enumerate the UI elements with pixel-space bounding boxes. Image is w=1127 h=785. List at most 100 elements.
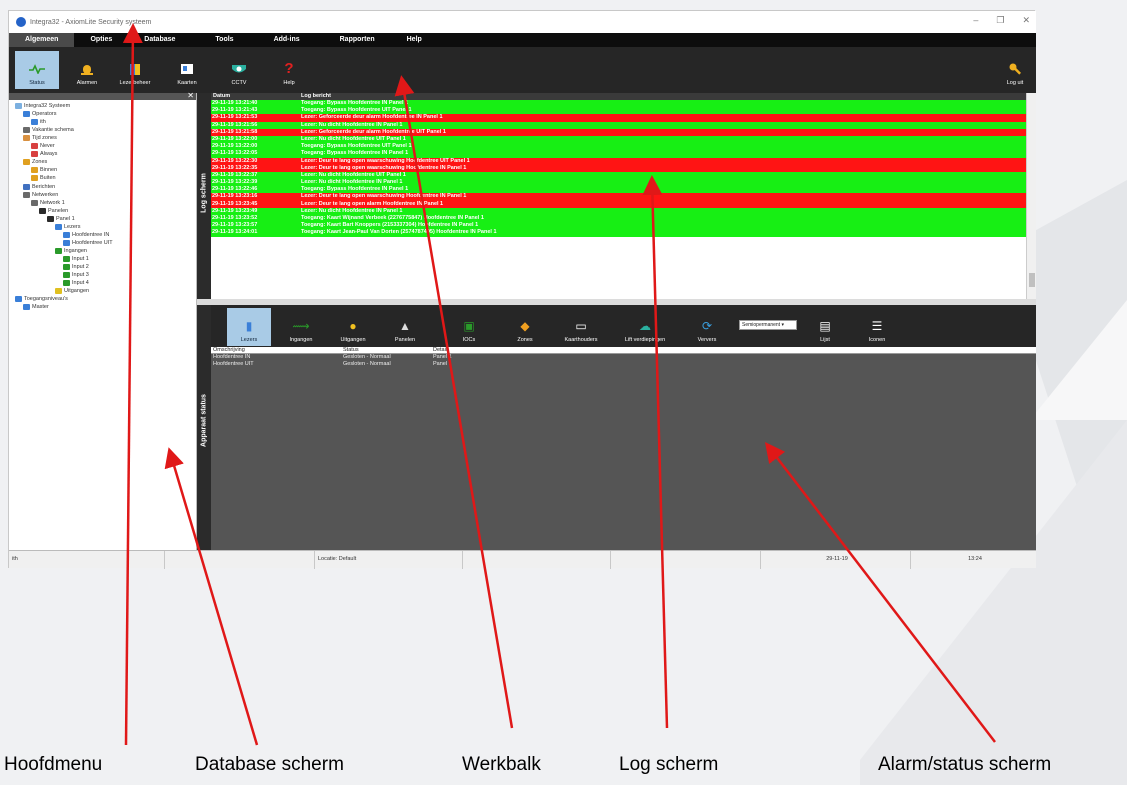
menu-opties[interactable]: Opties — [74, 33, 128, 47]
tree-node[interactable]: Input 3 — [63, 271, 89, 279]
log-row[interactable]: 29-11-19 13:21:56 Lezer: Nu dicht Hoofden… — [211, 121, 1026, 129]
help-icon: ? — [284, 60, 294, 77]
log-row[interactable]: 29-11-19 13:21:53 Lezer: Geforceerde deur… — [211, 114, 1026, 122]
toolbar-cctv-button[interactable]: CCTV — [217, 51, 261, 89]
device-tool-iocs[interactable]: ▣ IOCs — [447, 308, 491, 346]
tree-node[interactable]: Vakantie schema — [23, 126, 74, 134]
tree-node-label: Toegangsniveau's — [24, 296, 68, 303]
tree-node[interactable]: Network 1 — [31, 199, 65, 207]
tree-node[interactable]: Tijd zones — [23, 134, 57, 142]
log-row[interactable]: 29-11-19 13:21:58 Lezer: Geforceerde deur… — [211, 128, 1026, 136]
log-row[interactable]: 29-11-19 13:23:49 Lezer: Nu dicht Hoofden… — [211, 207, 1026, 215]
device-tool-kaarthouders[interactable]: ▭ Kaarthouders — [559, 308, 603, 346]
toolbar-status-button[interactable]: Status — [15, 51, 59, 89]
log-row[interactable]: 29-11-19 13:22:37 Lezer: Nu dicht Hoofden… — [211, 171, 1026, 180]
tree-node-icon — [31, 151, 38, 158]
device-tool-iconen[interactable]: ☰ Iconen — [855, 308, 899, 346]
log-row[interactable]: 29-11-19 13:23:57 Toegang: Kaart Bart Kno… — [211, 222, 1026, 230]
tree-node[interactable]: Buiten — [31, 174, 56, 182]
tree-node[interactable]: Lezers — [55, 223, 81, 231]
log-row[interactable]: 29-11-19 13:23:52 Toegang: Kaart Wijnand … — [211, 215, 1026, 223]
tree-node-icon — [31, 199, 38, 206]
tree-node[interactable]: Never — [31, 142, 55, 150]
refresh-mode-dropdown[interactable]: Semiopermanent ▾ — [739, 320, 797, 330]
log-row[interactable]: 29-11-19 13:21:43 Toegang: Bypass Hoofden… — [211, 107, 1026, 115]
log-row[interactable]: 29-11-19 13:22:00 Lezer: Nu dicht Hoofden… — [211, 135, 1026, 144]
tree-node[interactable]: Always — [31, 150, 57, 158]
log-scroll-thumb[interactable] — [1029, 273, 1035, 287]
tree-node[interactable]: Zones — [23, 158, 47, 166]
tree-node[interactable]: Input 4 — [63, 279, 89, 287]
menu-rapporten[interactable]: Rapporten — [316, 33, 391, 47]
log-row[interactable]: 29-11-19 13:22:46 Toegang: Bypass Hoofden… — [211, 186, 1026, 194]
menu-database[interactable]: Database — [128, 33, 191, 47]
window-title: Integra32 - AxiomLite Security systeem — [30, 18, 152, 26]
log-scrollbar[interactable] — [1026, 93, 1036, 299]
tree-node[interactable]: ith — [31, 118, 46, 126]
log-row[interactable]: 29-11-19 13:22:39 Lezer: Nu dicht Hoofden… — [211, 179, 1026, 187]
tree-node[interactable]: Input 2 — [63, 263, 89, 271]
tree-node[interactable]: Berichten — [23, 183, 55, 191]
log-side-tab: Log scherm — [197, 93, 211, 299]
caption-werkbalk: Werkbalk — [462, 754, 541, 775]
menu-add-ins[interactable]: Add-ins — [250, 33, 316, 47]
log-row[interactable]: 29-11-19 13:23:45 Lezer: Deur te lang ope… — [211, 200, 1026, 208]
log-row[interactable]: 29-11-19 13:22:05 Toegang: Bypass Hoofden… — [211, 150, 1026, 158]
close-pane-icon[interactable]: ✕ — [187, 91, 194, 100]
device-tool-panelen[interactable]: ▲ Panelen — [383, 308, 427, 346]
log-row-date: 29-11-19 13:22:05 — [212, 150, 258, 157]
tree-node[interactable]: Operators — [23, 110, 56, 118]
device-row[interactable]: Hoofdentree IN Gesloten - Normaal Panel 1 — [211, 354, 1036, 361]
log-row[interactable]: 29-11-19 13:21:40 Toegang: Bypass Hoofden… — [211, 100, 1026, 108]
toolbar-alarmen-button[interactable]: Alarmen — [65, 51, 109, 89]
device-col-description[interactable]: Omschrijving — [211, 347, 343, 353]
tree-node[interactable]: Input 1 — [63, 255, 89, 263]
log-row[interactable]: 29-11-19 13:24:01 Toegang: Kaart Jean-Pau… — [211, 229, 1026, 237]
device-tool-label: Ververs — [697, 337, 717, 343]
menu-tools[interactable]: Tools — [191, 33, 249, 47]
tree-node[interactable]: Toegangsniveau's — [15, 295, 68, 303]
tree-node[interactable]: Integra32 Systeem — [15, 102, 70, 110]
log-col-date[interactable]: Datum — [211, 93, 301, 100]
log-row-date: 29-11-19 13:22:00 — [212, 135, 258, 142]
tree-node-label: Network 1 — [40, 199, 65, 206]
device-row[interactable]: Hoofdentree UIT Gesloten - Normaal Panel 1 — [211, 361, 1036, 368]
log-row[interactable]: 29-11-19 13:22:00 Toegang: Bypass Hoofden… — [211, 143, 1026, 151]
tree-node[interactable]: Master — [23, 303, 49, 311]
log-row[interactable]: 29-11-19 13:23:16 Lezer: Deur te lang ope… — [211, 193, 1026, 201]
log-row[interactable]: 29-11-19 13:22:30 Lezer: Deur te lang ope… — [211, 157, 1026, 165]
device-tool-lezers[interactable]: ▮ Lezers — [227, 308, 271, 346]
tree-node[interactable]: Uitgangen — [55, 287, 89, 295]
device-tool-ingangen[interactable]: ⟿ Ingangen — [279, 308, 323, 346]
tree-node[interactable]: Ingangen — [55, 247, 87, 255]
tree-node[interactable]: Panelen — [39, 207, 68, 215]
maximize-button[interactable]: ❐ — [996, 15, 1004, 26]
tree-node[interactable]: Netwerken — [23, 191, 58, 199]
tree-node[interactable]: Hoofdentree IN — [63, 231, 109, 239]
toolbar-kaarten-button[interactable]: Kaarten — [165, 51, 209, 89]
toolbar-help-button[interactable]: ? Help — [267, 51, 311, 89]
device-row-name: Hoofdentree UIT — [213, 361, 254, 367]
device-col-status[interactable]: Status — [343, 347, 433, 353]
device-tool-lift-verdiepingen[interactable]: ☁ Lift verdiepingen — [623, 308, 667, 346]
menu-algemeen[interactable]: Algemeen — [9, 33, 75, 47]
tree-node[interactable]: Hoofdentree UIT — [63, 239, 113, 247]
device-tool-zones[interactable]: ◆ Zones — [503, 308, 547, 346]
tree-node[interactable]: Panel 1 — [47, 215, 75, 223]
status-location: Locatie: Default — [315, 551, 463, 569]
log-row[interactable]: 29-11-19 13:22:35 Lezer: Deur te lang ope… — [211, 164, 1026, 172]
tree-node-icon — [31, 119, 38, 126]
tree-node[interactable]: Binnen — [31, 166, 57, 174]
menu-help[interactable]: Help — [391, 33, 438, 47]
log-col-message[interactable]: Log bericht — [301, 93, 331, 100]
list-icon: ▤ — [819, 319, 831, 333]
device-tool-lijst[interactable]: ▤ Lijst — [803, 308, 847, 346]
logout-button[interactable]: Log uit — [993, 51, 1037, 89]
minimize-button[interactable]: – — [973, 15, 978, 26]
tree-node-label: Operators — [32, 111, 57, 118]
close-button[interactable]: ✕ — [1022, 15, 1030, 26]
toolbar-lezerbeheer-button[interactable]: Lezerbeheer — [113, 51, 157, 89]
device-tool-ververs[interactable]: ⟳ Ververs — [685, 308, 729, 346]
device-col-detail[interactable]: Detail — [433, 347, 447, 353]
device-tool-uitgangen[interactable]: ● Uitgangen — [331, 308, 375, 346]
